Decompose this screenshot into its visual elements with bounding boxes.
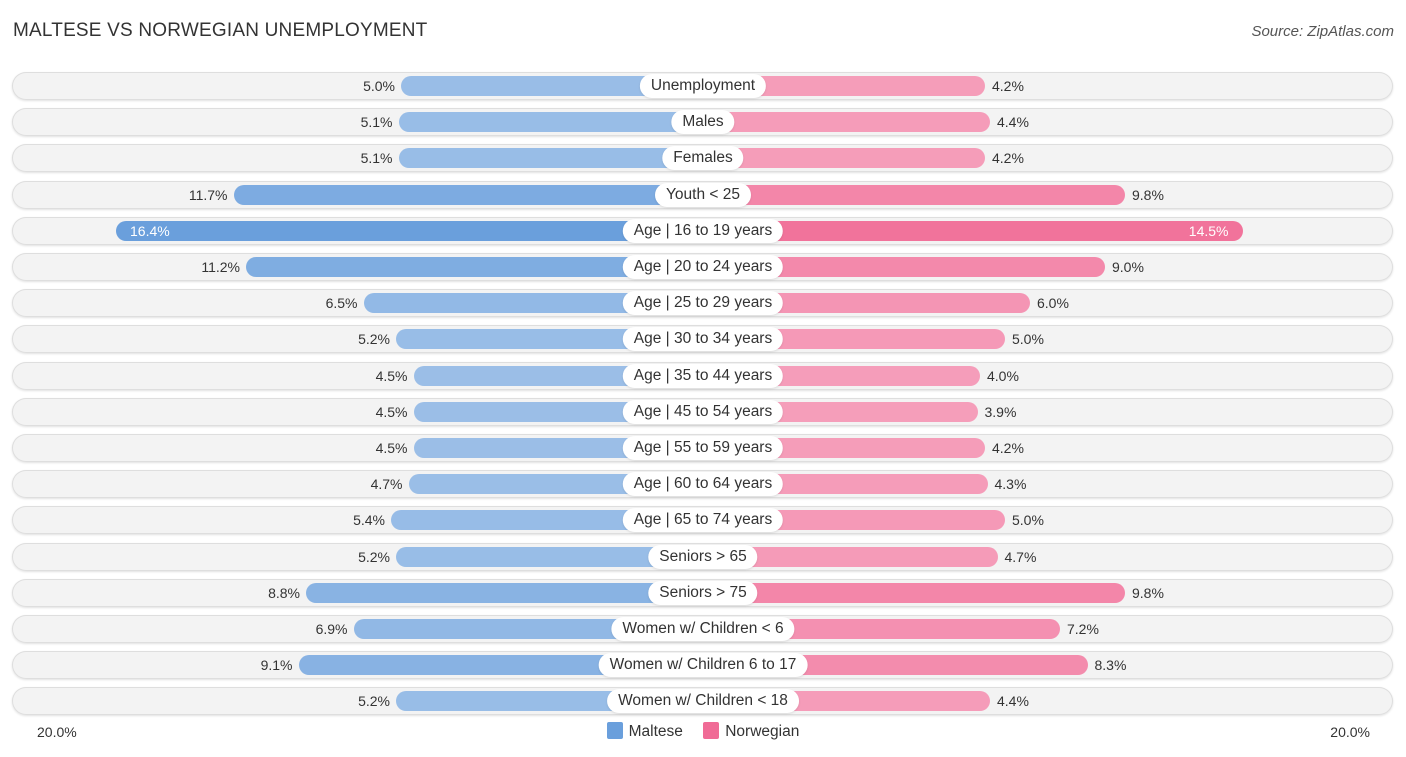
- value-label-maltese: 5.2%: [358, 331, 390, 348]
- category-label: Age | 16 to 19 years: [622, 218, 784, 243]
- category-label: Youth < 25: [655, 182, 751, 207]
- category-label: Age | 55 to 59 years: [622, 436, 784, 460]
- source-label: Source: ZipAtlas.com: [1251, 23, 1394, 40]
- value-label-norwegian: 4.7%: [1004, 548, 1037, 565]
- value-label-norwegian: 5.0%: [1012, 512, 1044, 529]
- value-label-maltese: 11.7%: [188, 186, 228, 203]
- value-label-norwegian: 4.3%: [994, 476, 1027, 493]
- legend-label: Maltese: [628, 723, 683, 740]
- value-label-norwegian: 5.0%: [1012, 331, 1044, 348]
- category-label: Women w/ Children < 6: [611, 617, 795, 641]
- category-label: Age | 45 to 54 years: [622, 399, 784, 424]
- bar-maltese: [398, 148, 703, 169]
- value-label-norwegian: 4.4%: [997, 693, 1029, 710]
- value-label-norwegian: 6.0%: [1037, 295, 1069, 312]
- value-label-norwegian: 9.8%: [1132, 584, 1164, 601]
- legend: Maltese Norwegian: [0, 722, 1406, 741]
- category-label: Women w/ Children < 18: [607, 689, 799, 714]
- value-label-norwegian: 7.2%: [1067, 621, 1099, 637]
- value-label-maltese: 4.5%: [375, 367, 408, 384]
- category-label: Age | 35 to 44 years: [622, 363, 784, 388]
- bar-maltese: [233, 184, 703, 205]
- value-label-maltese: 9.1%: [260, 657, 293, 674]
- bar-maltese: [306, 582, 703, 603]
- bar-maltese: [116, 220, 703, 241]
- category-label: Unemployment: [639, 74, 767, 98]
- category-label: Age | 65 to 74 years: [622, 508, 784, 533]
- value-label-maltese: 4.5%: [375, 440, 408, 456]
- value-label-norwegian: 4.2%: [992, 440, 1024, 456]
- bar-norwegian: [703, 112, 990, 133]
- legend-label: Norwegian: [725, 723, 800, 740]
- legend-swatch-maltese: [606, 722, 623, 739]
- bar-norwegian: [703, 582, 1125, 603]
- bar-norwegian: [703, 184, 1125, 205]
- value-label-maltese: 5.1%: [360, 150, 393, 167]
- category-label: Seniors > 65: [648, 544, 758, 569]
- value-label-norwegian: 4.0%: [987, 367, 1019, 384]
- category-label: Women w/ Children 6 to 17: [598, 653, 808, 678]
- value-label-maltese: 11.2%: [201, 259, 240, 275]
- value-label-maltese: 5.2%: [358, 693, 390, 710]
- value-label-norwegian: 14.5%: [1188, 222, 1229, 239]
- value-label-maltese: 5.2%: [358, 548, 390, 565]
- value-label-norwegian: 9.8%: [1132, 186, 1164, 203]
- category-label: Age | 25 to 29 years: [622, 291, 784, 316]
- category-label: Age | 60 to 64 years: [622, 472, 784, 497]
- category-label: Age | 20 to 24 years: [622, 255, 784, 279]
- value-label-maltese: 16.4%: [130, 222, 170, 239]
- value-label-norwegian: 4.2%: [992, 78, 1024, 94]
- value-label-maltese: 6.9%: [315, 621, 348, 637]
- category-label: Females: [662, 146, 744, 171]
- value-label-maltese: 5.4%: [353, 512, 385, 529]
- bar-norwegian: [703, 220, 1243, 241]
- value-label-maltese: 8.8%: [268, 584, 300, 601]
- chart-title: MALTESE VS NORWEGIAN UNEMPLOYMENT: [13, 20, 428, 41]
- category-label: Age | 30 to 34 years: [622, 327, 784, 352]
- legend-item-maltese: Maltese: [606, 722, 683, 741]
- value-label-norwegian: 3.9%: [984, 403, 1017, 420]
- legend-swatch-norwegian: [703, 722, 720, 739]
- chart-container: MALTESE VS NORWEGIAN UNEMPLOYMENT Source…: [0, 0, 1406, 757]
- legend-item-norwegian: Norwegian: [703, 722, 799, 741]
- category-label: Males: [671, 110, 735, 135]
- value-label-maltese: 4.5%: [375, 403, 408, 420]
- value-label-norwegian: 8.3%: [1094, 657, 1127, 674]
- value-label-maltese: 5.0%: [363, 78, 395, 94]
- value-label-norwegian: 4.4%: [997, 114, 1029, 131]
- value-label-norwegian: 9.0%: [1112, 259, 1144, 275]
- value-label-maltese: 5.1%: [360, 114, 393, 131]
- category-label: Seniors > 75: [648, 580, 758, 605]
- value-label-maltese: 6.5%: [325, 295, 358, 312]
- value-label-norwegian: 4.2%: [992, 150, 1024, 167]
- bar-norwegian: [703, 148, 985, 169]
- value-label-maltese: 4.7%: [370, 476, 403, 493]
- bar-maltese: [398, 112, 703, 133]
